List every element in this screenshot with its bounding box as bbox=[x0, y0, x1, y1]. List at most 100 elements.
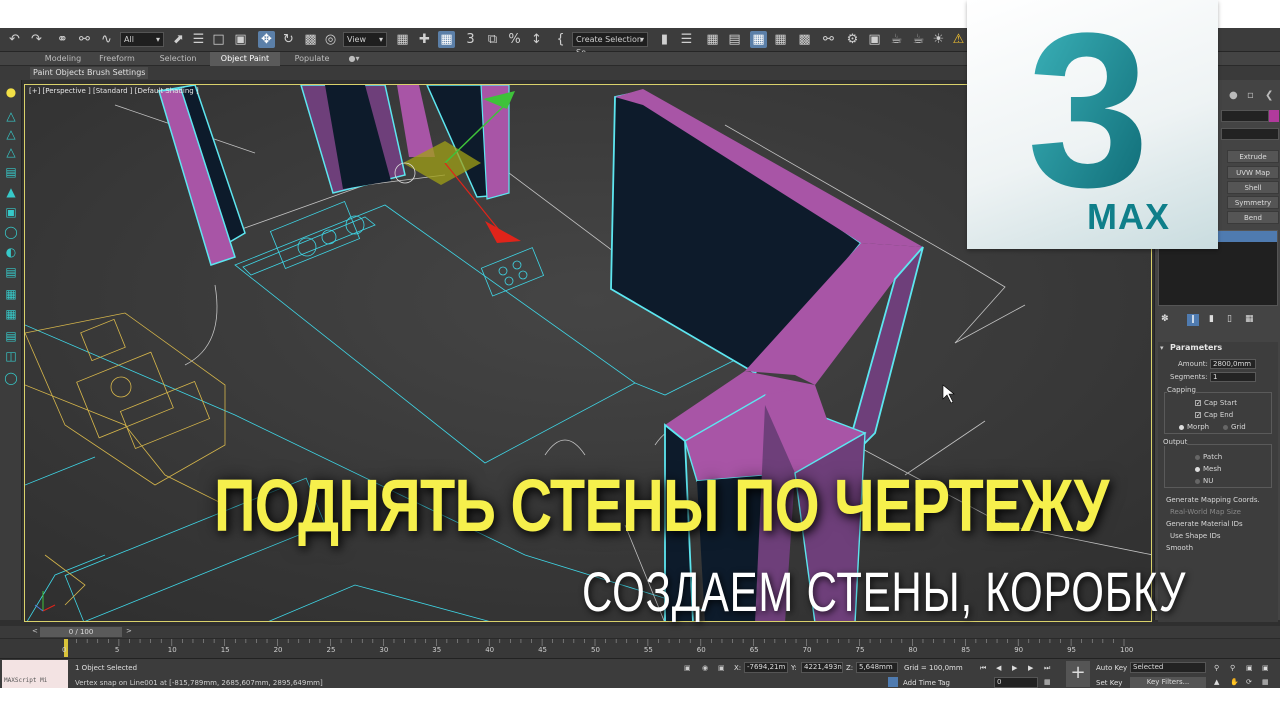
tab-freeform[interactable]: Freeform bbox=[92, 52, 142, 66]
cap-start-checkbox[interactable]: ✓ Cap Start bbox=[1195, 399, 1237, 407]
select-manipulate-icon[interactable]: ✚ bbox=[416, 31, 433, 48]
morph-radio[interactable]: Morph bbox=[1179, 423, 1209, 431]
patch-radio[interactable]: Patch bbox=[1195, 453, 1222, 461]
align-icon[interactable]: ☰ bbox=[678, 31, 695, 48]
grid-radio[interactable]: Grid bbox=[1223, 423, 1246, 431]
tool-5-icon[interactable]: ▲ bbox=[3, 184, 19, 200]
goto-start-icon[interactable]: ⏮ bbox=[980, 663, 986, 673]
segments-field[interactable]: 1 bbox=[1210, 372, 1256, 382]
uvw-map-modifier-button[interactable]: UVW Map bbox=[1227, 166, 1279, 179]
rollout-collapse-icon[interactable]: ▾ bbox=[1160, 344, 1164, 352]
make-unique-icon[interactable]: ▮ bbox=[1209, 314, 1214, 324]
toggle-ribbon-icon[interactable]: ▤ bbox=[726, 31, 743, 48]
edit-named-selection-icon[interactable]: { bbox=[552, 31, 569, 48]
brush-settings-button[interactable]: Brush Settings bbox=[84, 67, 149, 79]
next-key-icon[interactable]: ▶ bbox=[1028, 663, 1033, 673]
pan-icon[interactable]: ✋ bbox=[1230, 677, 1239, 687]
bind-spacewarp-icon[interactable]: ∿ bbox=[98, 31, 115, 48]
tool-1-icon[interactable]: △ bbox=[3, 108, 19, 124]
keyboard-shortcut-override-icon[interactable]: ▦ bbox=[438, 31, 455, 48]
symmetry-modifier-button[interactable]: Symmetry bbox=[1227, 196, 1279, 209]
zoom-all-icon[interactable]: ⚲ bbox=[1230, 663, 1235, 673]
tool-10-icon[interactable]: ▦ bbox=[3, 286, 19, 302]
light-bulb-icon[interactable]: ● bbox=[3, 84, 19, 100]
pin-stack-icon[interactable]: ✽ bbox=[1161, 314, 1169, 324]
window-crossing-icon[interactable]: ▣ bbox=[232, 31, 249, 48]
set-key-label[interactable]: Set Key bbox=[1096, 678, 1122, 688]
modifier-list-dropdown[interactable] bbox=[1221, 128, 1279, 140]
configure-sets-icon[interactable]: ▦ bbox=[1245, 314, 1254, 324]
link-icon[interactable]: ⚭ bbox=[54, 31, 71, 48]
render-iterative-icon[interactable]: ☕ bbox=[910, 31, 927, 48]
track-bar[interactable]: 0 5 10 15 20 25 30 35 40 45 50 55 60 65 70 75 80 85 90 95 10… bbox=[0, 638, 1280, 658]
spinner-snap-icon[interactable]: ↕ bbox=[528, 31, 545, 48]
rectangular-selection-icon[interactable]: □ bbox=[210, 31, 227, 48]
scene-explorer-icon[interactable]: ▦ bbox=[750, 31, 767, 48]
lock-selection-icon[interactable]: ◉ bbox=[702, 663, 708, 673]
auto-key-button[interactable]: Auto Key bbox=[1096, 663, 1127, 673]
tool-14-icon[interactable]: ◯ bbox=[3, 370, 19, 386]
render-online-icon[interactable]: ☀ bbox=[930, 31, 947, 48]
tab-modeling[interactable]: Modeling bbox=[36, 52, 90, 66]
real-world-checkbox[interactable]: Real-World Map Size bbox=[1170, 508, 1241, 516]
mirror-icon[interactable]: ▮ bbox=[656, 31, 673, 48]
pivot-center-icon[interactable]: ▦ bbox=[394, 31, 411, 48]
redo-icon[interactable]: ↷ bbox=[28, 31, 45, 48]
bend-modifier-button[interactable]: Bend bbox=[1227, 211, 1279, 224]
move-icon[interactable]: ✥ bbox=[258, 31, 275, 48]
z-coord-field[interactable]: 5,648mm bbox=[856, 662, 898, 673]
undo-icon[interactable]: ↶ bbox=[6, 31, 23, 48]
isolate-icon[interactable]: ▣ bbox=[684, 663, 691, 673]
zoom-extents-all-icon[interactable]: ▣ bbox=[1262, 663, 1269, 673]
tool-2-icon[interactable]: △ bbox=[3, 126, 19, 142]
layer-explorer-icon[interactable]: ▦ bbox=[704, 31, 721, 48]
reference-coord-dropdown[interactable]: View bbox=[343, 32, 387, 47]
select-object-icon[interactable]: ⬈ bbox=[170, 31, 187, 48]
prev-key-icon[interactable]: ◀ bbox=[996, 663, 1001, 673]
orbit-icon[interactable]: ⟳ bbox=[1246, 677, 1252, 687]
place-icon[interactable]: ◎ bbox=[322, 31, 339, 48]
prev-frame-icon[interactable]: < bbox=[32, 627, 38, 635]
absolute-mode-icon[interactable]: ▣ bbox=[718, 663, 725, 673]
schematic-view-icon[interactable]: ▩ bbox=[796, 31, 813, 48]
shell-modifier-button[interactable]: Shell bbox=[1227, 181, 1279, 194]
named-selection-dropdown[interactable]: Create Selection Se bbox=[572, 32, 648, 57]
smooth-checkbox[interactable]: Smooth bbox=[1166, 544, 1193, 552]
show-end-result-icon[interactable]: ‖ bbox=[1187, 314, 1199, 326]
time-tag-icon[interactable] bbox=[888, 677, 898, 687]
tool-6-icon[interactable]: ▣ bbox=[3, 204, 19, 220]
set-key-button[interactable]: + bbox=[1066, 661, 1090, 687]
key-filter-dropdown[interactable]: Selected bbox=[1130, 662, 1206, 673]
object-name-field[interactable] bbox=[1221, 110, 1269, 122]
tool-12-icon[interactable]: ▤ bbox=[3, 328, 19, 344]
select-by-name-icon[interactable]: ☰ bbox=[190, 31, 207, 48]
gen-mapping-checkbox[interactable]: Generate Mapping Coords. bbox=[1166, 496, 1260, 504]
nurbs-radio[interactable]: NU bbox=[1195, 477, 1213, 485]
add-time-tag[interactable]: Add Time Tag bbox=[903, 678, 950, 688]
object-color-swatch[interactable] bbox=[1269, 110, 1279, 122]
render-production-icon[interactable]: ☕ bbox=[888, 31, 905, 48]
tool-13-icon[interactable]: ◫ bbox=[3, 348, 19, 364]
cap-end-checkbox[interactable]: ✓ Cap End bbox=[1195, 411, 1233, 419]
x-coord-field[interactable]: -7694,21m bbox=[744, 662, 788, 673]
mesh-radio[interactable]: Mesh bbox=[1195, 465, 1221, 473]
tool-7-icon[interactable]: ◯ bbox=[3, 224, 19, 240]
snaps-toggle-icon[interactable]: 3 bbox=[462, 31, 479, 48]
tool-4-icon[interactable]: ▤ bbox=[3, 164, 19, 180]
material-editor-icon[interactable]: ⚯ bbox=[820, 31, 837, 48]
tool-9-icon[interactable]: ▤ bbox=[3, 264, 19, 280]
render-setup-icon[interactable]: ⚙ bbox=[844, 31, 861, 48]
amount-field[interactable]: 2800,0mm bbox=[1210, 359, 1256, 369]
use-shape-ids-checkbox[interactable]: Use Shape IDs bbox=[1170, 532, 1221, 540]
next-frame-icon[interactable]: > bbox=[126, 627, 132, 635]
maximize-viewport-icon[interactable]: ▦ bbox=[1262, 677, 1269, 687]
rendered-frame-icon[interactable]: ▣ bbox=[866, 31, 883, 48]
zoom-icon[interactable]: ⚲ bbox=[1214, 663, 1219, 673]
tool-8-icon[interactable]: ◐ bbox=[3, 244, 19, 260]
tool-3-icon[interactable]: △ bbox=[3, 144, 19, 160]
gen-material-checkbox[interactable]: Generate Material IDs bbox=[1166, 520, 1243, 528]
warning-icon[interactable]: ⚠ bbox=[950, 31, 967, 48]
percent-snap-icon[interactable]: % bbox=[506, 31, 523, 48]
time-slider-thumb[interactable]: 0 / 100 bbox=[40, 627, 122, 637]
hierarchy-tab-icon[interactable]: ❮ bbox=[1265, 90, 1273, 101]
